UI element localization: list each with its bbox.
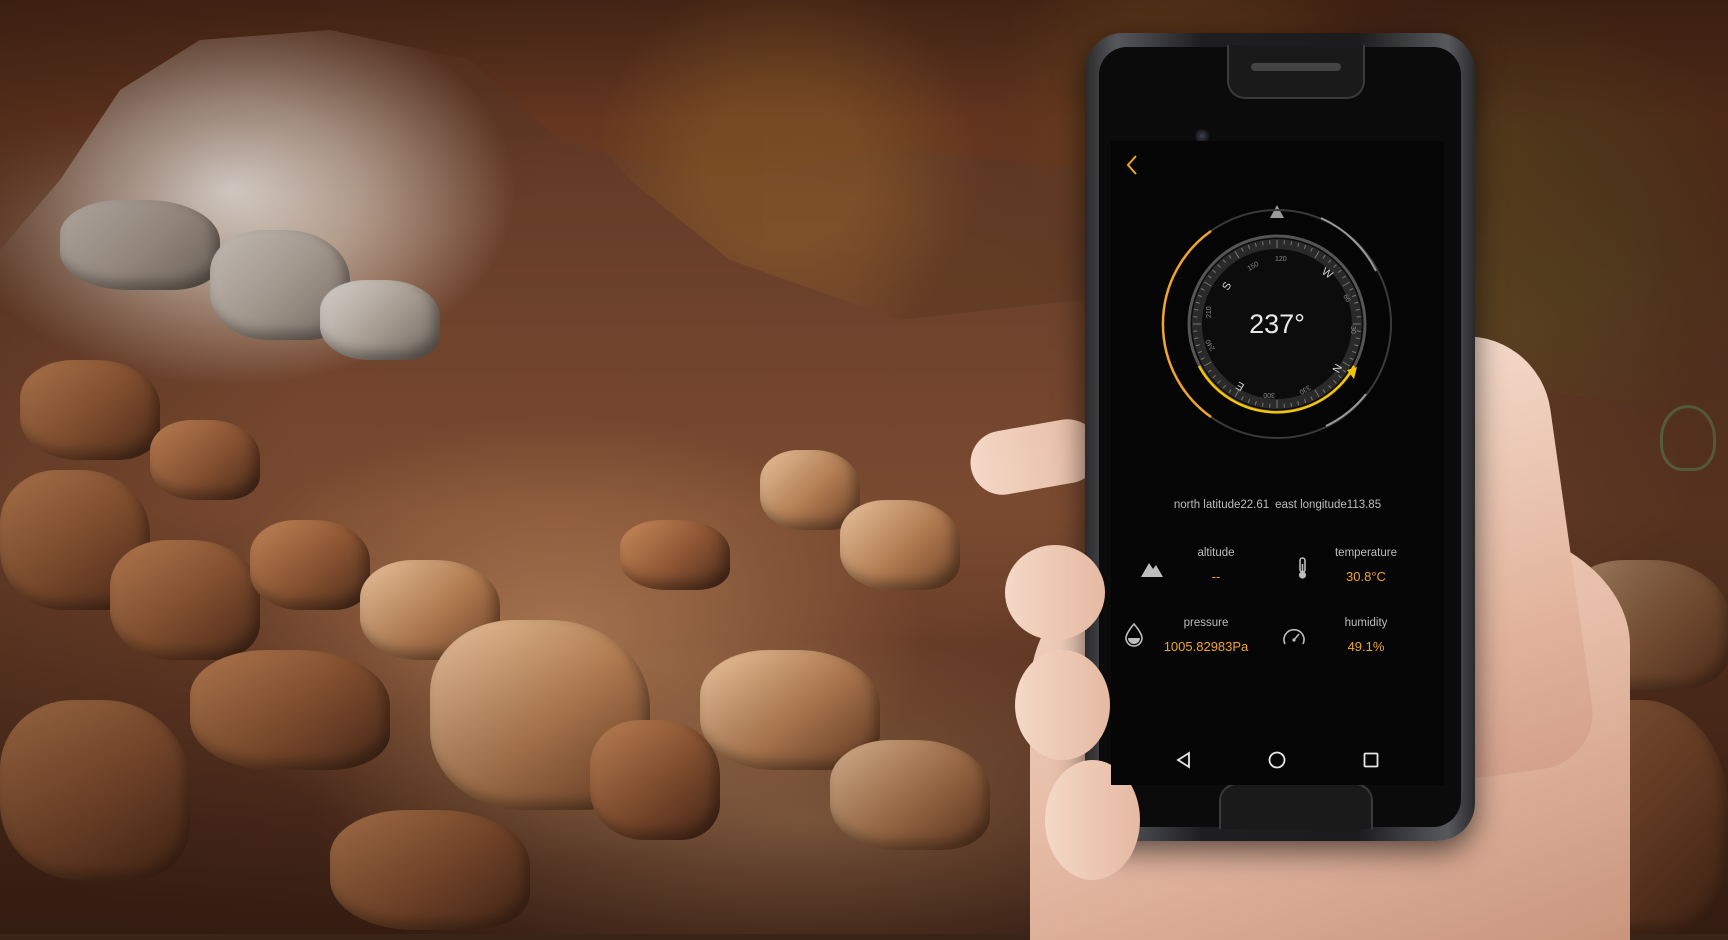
android-navigation-bar [1111,735,1444,785]
coordinates: north latitude22.61 east longitude113.85 [1111,499,1444,511]
dial-label-300: 300 [1263,391,1275,398]
temperature-sensor: temperature 30.8°C [1271,541,1431,595]
water-drop-icon [1121,621,1147,647]
humidity-sensor: humidity 49.1% [1271,611,1431,665]
grey-arc [1326,394,1366,426]
humidity-label: humidity [1311,617,1421,629]
compass-tick [1194,338,1198,339]
back-chevron-icon[interactable] [1125,153,1139,182]
altitude-sensor: altitude -- [1111,541,1271,595]
compass-dial: W S E N 120 150 60 30 210 240 300 330 23… [1111,181,1444,481]
dial-label-120: 120 [1275,256,1287,263]
pressure-value: 1005.82983Pa [1151,639,1261,654]
heading-marker-icon [1270,205,1284,218]
compass-app-screen: W S E N 120 150 60 30 210 240 300 330 23… [1111,141,1444,735]
pressure-sensor: pressure 1005.82983Pa [1111,611,1271,665]
compass-tick [1194,309,1198,310]
hand-finger [1015,650,1110,760]
compass-tick [1356,309,1360,310]
bottom-notch [1219,783,1373,829]
dial-label-30: 30 [1349,326,1356,334]
dial-label-210: 210 [1206,306,1213,318]
compass-tick [1291,403,1292,407]
altitude-label: altitude [1161,547,1271,559]
pressure-label: pressure [1151,617,1261,629]
compass-tick [1262,241,1263,245]
humidity-value: 49.1% [1311,639,1421,654]
temperature-label: temperature [1311,547,1421,559]
compass-tick [1356,338,1360,339]
gauge-icon [1281,625,1307,651]
longitude-text: east longitude113.85 [1275,499,1381,511]
top-notch [1227,45,1365,99]
temperature-value: 30.8°C [1311,569,1421,584]
latitude-text: north latitude22.61 [1174,499,1269,511]
triangle-back-icon[interactable] [1171,747,1197,773]
earpiece-speaker [1251,63,1341,71]
heading-readout: 237° [1249,309,1305,339]
compass-tick [1291,241,1292,245]
hand-finger [1005,545,1105,640]
altitude-value: -- [1161,569,1271,584]
compass-tick [1262,403,1263,407]
circle-home-icon[interactable] [1264,747,1290,773]
square-recents-icon[interactable] [1358,747,1384,773]
